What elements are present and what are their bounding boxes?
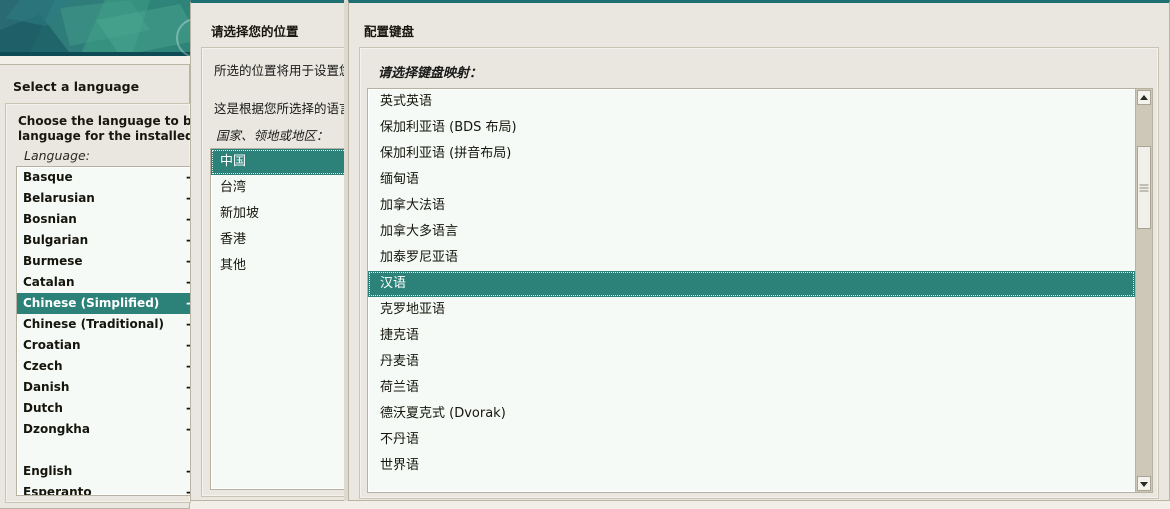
location-form-frame: 所选的位置将用于设置您 这是根据您所选择的语言 国家、领地或地区： 中国 台湾 … <box>201 47 366 497</box>
list-item[interactable]: 英式英语 <box>368 89 1135 115</box>
list-item[interactable]: Esperanto - <box>17 482 197 496</box>
list-item[interactable]: Dutch - <box>17 398 197 419</box>
list-item[interactable]: English - <box>17 461 197 482</box>
language-form-frame: Choose the language to be language for t… <box>5 103 205 503</box>
keyboard-field-label: 请选择键盘映射： <box>378 66 483 81</box>
select-language-window: Select a language Choose the language to… <box>0 64 205 509</box>
list-item-selected[interactable]: 汉语 <box>368 271 1135 297</box>
chevron-down-icon <box>1140 481 1148 487</box>
list-item[interactable]: 香港 <box>211 227 361 253</box>
list-item[interactable]: 新加坡 <box>211 201 361 227</box>
language-panel-title: Select a language <box>13 79 140 94</box>
keyboard-list-scrollbar[interactable] <box>1135 89 1152 492</box>
list-item[interactable]: Basque - <box>17 167 197 188</box>
location-listbox[interactable]: 中国 台湾 新加坡 香港 其他 <box>210 148 362 490</box>
list-item-spacer[interactable] <box>17 440 197 461</box>
list-item-selected[interactable]: 中国 <box>211 149 361 175</box>
keyboard-panel-title: 配置键盘 <box>364 24 415 39</box>
installer-banner <box>0 0 200 56</box>
list-item[interactable]: Croatian - <box>17 335 197 356</box>
list-item[interactable]: Belarusian - <box>17 188 197 209</box>
list-item-label: Bosnian <box>23 212 77 226</box>
list-item[interactable]: 加拿大法语 <box>368 193 1135 219</box>
list-item[interactable]: Czech - <box>17 356 197 377</box>
list-item-label: Catalan <box>23 275 75 289</box>
list-item[interactable]: Bulgarian - <box>17 230 197 251</box>
list-item[interactable]: Chinese (Traditional) - <box>17 314 197 335</box>
list-item[interactable]: 加拿大多语言 <box>368 219 1135 245</box>
list-item-label: Chinese (Simplified) <box>23 296 160 310</box>
list-item[interactable]: 捷克语 <box>368 323 1135 349</box>
list-item-label: Czech <box>23 359 63 373</box>
select-location-window: 请选择您的位置 所选的位置将用于设置您 这是根据您所选择的语言 国家、领地或地区… <box>190 0 366 501</box>
keyboard-form-frame: 请选择键盘映射： 英式英语 保加利亚语 (BDS 布局) 保加利亚语 (拼音布局… <box>359 47 1159 499</box>
language-help-text: Choose the language to be language for t… <box>18 114 205 143</box>
list-item[interactable]: 其他 <box>211 253 361 279</box>
list-item[interactable]: 不丹语 <box>368 427 1135 453</box>
list-item-label: Dzongkha <box>23 422 90 436</box>
list-item[interactable]: 台湾 <box>211 175 361 201</box>
list-item-label: Croatian <box>23 338 81 352</box>
list-item-label: Esperanto <box>23 485 92 496</box>
list-item[interactable]: 世界语 <box>368 453 1135 479</box>
list-item[interactable]: 加泰罗尼亚语 <box>368 245 1135 271</box>
list-item-label: English <box>23 464 73 478</box>
location-field-label: 国家、领地或地区： <box>216 128 329 143</box>
list-item[interactable]: Catalan - <box>17 272 197 293</box>
scrollbar-thumb[interactable] <box>1137 146 1151 229</box>
configure-keyboard-window: 配置键盘 请选择键盘映射： 英式英语 保加利亚语 (BDS 布局) 保加利亚语 … <box>348 0 1170 501</box>
scroll-down-button[interactable] <box>1137 476 1151 491</box>
list-item[interactable]: Bosnian - <box>17 209 197 230</box>
list-item[interactable]: 缅甸语 <box>368 167 1135 193</box>
list-item-label: Dutch <box>23 401 63 415</box>
keyboard-layout-listbox[interactable]: 英式英语 保加利亚语 (BDS 布局) 保加利亚语 (拼音布局) 缅甸语 加拿大… <box>367 88 1153 493</box>
keyboard-layout-rows: 英式英语 保加利亚语 (BDS 布局) 保加利亚语 (拼音布局) 缅甸语 加拿大… <box>368 89 1135 479</box>
list-item[interactable]: 荷兰语 <box>368 375 1135 401</box>
list-item-label: Burmese <box>23 254 83 268</box>
list-item[interactable]: 克罗地亚语 <box>368 297 1135 323</box>
list-item-label: Bulgarian <box>23 233 89 247</box>
list-item-label: Belarusian <box>23 191 95 205</box>
chevron-up-icon <box>1140 94 1148 100</box>
list-item[interactable]: 保加利亚语 (BDS 布局) <box>368 115 1135 141</box>
language-field-label: Language: <box>24 148 90 163</box>
list-item[interactable]: Burmese - <box>17 251 197 272</box>
location-panel-title: 请选择您的位置 <box>211 24 299 39</box>
language-listbox[interactable]: Basque - Belarusian - Bosnian - Bulgarian - … <box>16 166 198 496</box>
list-item[interactable]: Dzongkha - <box>17 419 197 440</box>
list-item[interactable]: Danish - <box>17 377 197 398</box>
list-item-label: Chinese (Traditional) <box>23 317 165 331</box>
list-item-label: Basque <box>23 170 73 184</box>
location-paragraph-2: 这是根据您所选择的语言 <box>214 101 352 116</box>
grip-icon <box>1139 184 1149 191</box>
list-item[interactable]: 德沃夏克式 (Dvorak) <box>368 401 1135 427</box>
scroll-up-button[interactable] <box>1137 90 1151 105</box>
list-item-selected[interactable]: Chinese (Simplified) - <box>17 293 197 314</box>
list-item[interactable]: 丹麦语 <box>368 349 1135 375</box>
location-paragraph-1: 所选的位置将用于设置您 <box>214 63 352 78</box>
list-item[interactable]: 保加利亚语 (拼音布局) <box>368 141 1135 167</box>
list-item-label: Danish <box>23 380 70 394</box>
